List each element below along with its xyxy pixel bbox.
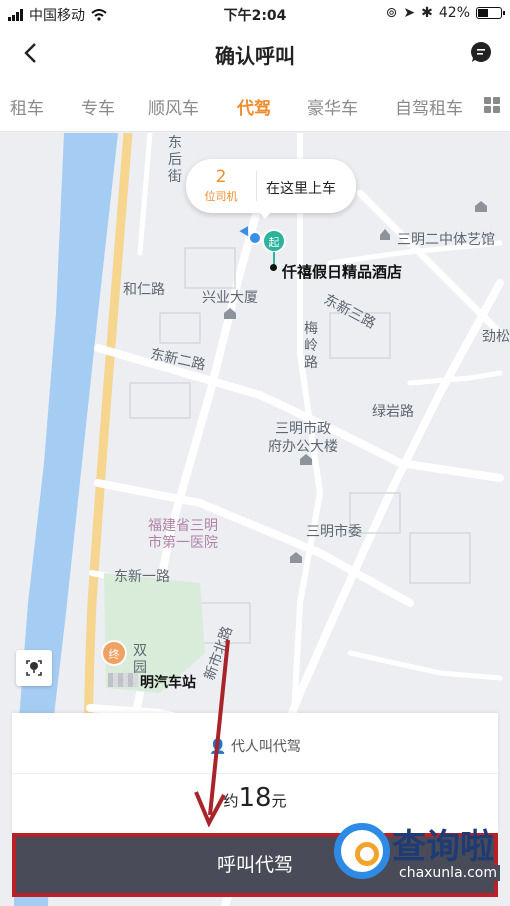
page-title: 确认呼叫 [215,44,295,68]
nav-bar: 确认呼叫 [0,28,510,78]
more-grid-icon[interactable] [484,97,500,113]
tab-rental[interactable]: 租车 [10,94,44,119]
price-estimate: 约18元 [12,783,498,813]
locate-icon [26,660,42,676]
pickup-bubble[interactable]: 2 位司机 在这里上车 [186,159,356,213]
status-bar: 中国移动 下午2:04 ⊚ ➤ ✱ 42% [0,0,510,28]
tab-premier[interactable]: 专车 [81,94,115,119]
battery-percent: 42% [438,5,470,21]
blurred-text [108,673,138,687]
tab-self-drive[interactable]: 自驾租车 [395,94,463,119]
watermark: 查询啦 chaxunla.com [332,815,504,887]
start-point-dot [270,264,277,271]
watermark-brand-en: chaxunla.com [396,865,500,881]
watermark-logo [334,823,390,879]
bubble-tail [259,212,271,219]
battery-icon [476,7,505,19]
message-icon[interactable] [470,41,492,63]
tab-carpool[interactable]: 顺风车 [148,94,199,119]
price-unit: 元 [271,792,287,810]
proxy-call-option[interactable]: 👤 代人叫代驾 [12,736,498,756]
bubble-divider [256,171,257,201]
location-icon: ➤ [403,5,416,21]
driver-unit: 位司机 [204,190,238,203]
locate-button[interactable] [16,650,52,686]
price-prefix: 约 [223,792,239,810]
orientation-lock-icon: ⊚ [385,5,398,21]
price-amount: 18 [238,783,272,813]
driver-count: 2 [215,167,227,187]
tab-luxury[interactable]: 豪华车 [307,94,358,119]
watermark-brand-cn: 查询啦 [392,827,494,867]
panel-divider [12,773,498,774]
proxy-call-label: 代人叫代驾 [230,739,301,755]
end-marker: 终 [101,640,127,666]
person-icon: 👤 [209,739,227,755]
start-marker: 起 [262,229,286,253]
service-tabs: 租车 专车 顺风车 代驾 豪华车 自驾租车 [0,78,510,132]
tab-designated-driver[interactable]: 代驾 [237,94,271,119]
pickup-here-label[interactable]: 在这里上车 [266,178,336,198]
current-location-dot [248,231,262,245]
bluetooth-icon: ✱ [421,5,433,21]
